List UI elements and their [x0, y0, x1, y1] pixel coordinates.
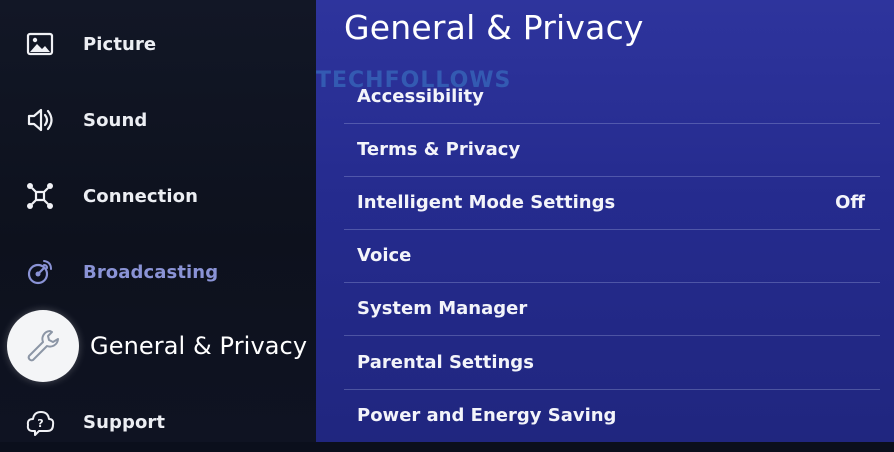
option-label: Parental Settings [357, 352, 534, 373]
sidebar-item-label: Picture [83, 33, 157, 55]
option-label: Voice [357, 245, 412, 266]
sidebar-item-connection[interactable]: Connection [0, 166, 316, 226]
option-label: Power and Energy Saving [357, 405, 617, 426]
page-title: General & Privacy [344, 8, 644, 47]
sidebar-item-picture[interactable]: Picture [0, 14, 316, 74]
option-value: Off [835, 192, 865, 213]
sidebar-item-general-privacy[interactable]: General & Privacy [0, 310, 316, 382]
network-icon [18, 174, 62, 218]
option-power-energy-saving[interactable]: Power and Energy Saving [344, 389, 880, 442]
settings-panel: General & Privacy TECHFOLLOWS Accessibil… [316, 0, 894, 442]
option-label: System Manager [357, 298, 528, 319]
sidebar-item-label: Sound [83, 109, 148, 131]
settings-sidebar: Picture Sound Connection Broadcasting Ge… [0, 0, 316, 442]
satellite-icon [18, 250, 62, 294]
option-intelligent-mode-settings[interactable]: Intelligent Mode Settings Off [344, 176, 880, 230]
option-voice[interactable]: Voice [344, 229, 880, 283]
svg-text:?: ? [37, 417, 43, 430]
sidebar-item-broadcasting[interactable]: Broadcasting [0, 242, 316, 302]
sidebar-item-label: Support [83, 411, 166, 433]
option-label: Terms & Privacy [357, 139, 521, 160]
picture-icon [18, 22, 62, 66]
wrench-icon [7, 310, 79, 382]
sidebar-item-label: General & Privacy [90, 332, 308, 360]
sidebar-item-support[interactable]: ? Support [0, 392, 316, 452]
help-cloud-icon: ? [18, 400, 62, 444]
sidebar-item-sound[interactable]: Sound [0, 90, 316, 150]
option-parental-settings[interactable]: Parental Settings [344, 336, 880, 390]
sidebar-item-label: Connection [83, 185, 199, 207]
option-accessibility[interactable]: Accessibility [344, 70, 880, 124]
option-label: Intelligent Mode Settings [357, 192, 616, 213]
option-terms-privacy[interactable]: Terms & Privacy [344, 123, 880, 177]
sidebar-item-label: Broadcasting [83, 261, 219, 283]
option-system-manager[interactable]: System Manager [344, 282, 880, 336]
speaker-icon [18, 98, 62, 142]
option-label: Accessibility [357, 86, 484, 107]
